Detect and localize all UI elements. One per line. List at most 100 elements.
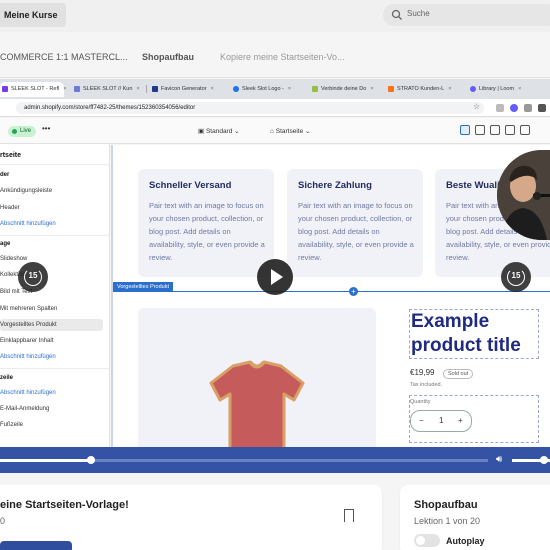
sidebar-title: rtseite [0,152,22,159]
page-select[interactable]: ⌂ Startseite ⌄ [270,127,310,135]
sidebar-item-slideshow[interactable]: Slideshow [0,256,27,262]
add-block-icon[interactable]: + [349,287,358,296]
feature-card: Sichere Zahlung Pair text with an image … [287,169,423,277]
breadcrumb: COMMERCE 1:1 MASTERCL... Shopaufbau Kopi… [0,32,550,78]
sidebar-item-multicolumn[interactable]: Mit mehreren Spalten [0,306,57,312]
product-price: €19,99 [410,368,435,377]
volume-handle[interactable] [540,456,548,464]
browser-tab[interactable]: SLEEK SLOT - Refl × [0,82,66,97]
video-progress-handle[interactable] [87,456,95,464]
add-section-link[interactable]: Abschnitt hinzufügen [0,354,56,360]
editor-sidebar: rtseite der Ankündigungsleiste Header Ab… [0,144,110,450]
sidebar-item-newsletter[interactable]: E-Mail-Anmeldung [0,406,49,412]
tab-favicon-icon [312,86,318,92]
sidebar-item-collapsible[interactable]: Einklappbarer Inhalt [0,338,53,344]
add-section-link[interactable]: Abschnitt hinzufügen [0,390,56,396]
module-progress: Lektion 1 von 20 [414,516,481,526]
loom-extension-icon[interactable] [510,104,518,112]
forward-15-button[interactable]: 15 [501,262,531,292]
browser-tab[interactable]: Favicon Generator × [150,82,228,97]
bookmark-star-icon[interactable]: ☆ [473,102,480,111]
extension-icon[interactable] [538,104,546,112]
tab-favicon-icon [233,86,239,92]
browser-tab[interactable]: SLEEK SLOT // Kun × [72,82,140,97]
quantity-label: Quantity [410,399,431,405]
close-icon[interactable]: × [370,86,373,92]
rewind-15-button[interactable]: 15 [18,262,48,292]
tshirt-icon [209,360,305,455]
feature-body: Pair text with an image to focus on your… [149,201,265,262]
product-image [138,308,376,455]
tab-favicon-icon [152,86,158,92]
sidebar-divider [0,235,110,236]
autoplay-label: Autoplay [446,536,485,546]
fullwidth-view-icon[interactable] [505,125,515,135]
lesson-subtitle: 0 [0,516,6,526]
editor-header: Live ••• ▣ Standard ⌄ ⌂ Startseite ⌄ [0,118,550,144]
feature-body: Pair text with an image to focus on your… [298,201,414,262]
close-icon[interactable]: × [288,86,291,92]
extension-icon[interactable] [524,104,532,112]
module-title: Shopaufbau [414,499,478,511]
search-icon [391,9,402,20]
template-select[interactable]: ▣ Standard ⌄ [198,127,240,135]
sidebar-group-header: der [0,172,10,178]
app-topbar: Meine Kurse Suche [0,0,550,32]
layout-view-icon[interactable] [520,125,530,135]
search-input[interactable]: Suche [383,4,550,26]
browser-tab[interactable]: Library | Loom × [468,82,538,97]
sidebar-group-footer: zeile [0,375,14,381]
close-icon[interactable]: × [211,86,214,92]
feature-card: Schneller Versand Pair text with an imag… [138,169,274,277]
tab-divider [146,85,147,93]
live-status-badge: Live [8,126,37,137]
sidebar-item-footer[interactable]: Fußzeile [0,422,23,428]
more-options-icon[interactable]: ••• [42,124,50,133]
close-icon[interactable]: × [448,86,451,92]
tax-note: Tax included. [410,382,443,388]
extension-icon[interactable] [496,104,504,112]
breadcrumb-course[interactable]: COMMERCE 1:1 MASTERCL... [0,52,128,62]
mobile-view-icon[interactable] [490,125,500,135]
autoplay-toggle[interactable] [414,534,440,547]
add-section-link[interactable]: Abschnitt hinzufügen [0,221,56,227]
lesson-title: eine Startseiten-Vorlage! [0,499,129,511]
tab-favicon-icon [74,86,80,92]
close-icon[interactable]: × [518,86,521,92]
browser-tab[interactable]: Sleek Slot Logo - × [231,82,307,97]
url-field[interactable]: admin.shopify.com/store/ff7482-25/themes… [16,102,484,114]
section-label[interactable]: Vorgestelltes Produkt [113,282,173,292]
search-placeholder: Suche [407,9,430,18]
quantity-stepper[interactable]: − 1 + [410,410,472,432]
inspector-icon[interactable] [460,125,470,135]
my-courses-button[interactable]: Meine Kurse [0,3,66,27]
sidebar-item-header[interactable]: Header [0,205,20,211]
browser-tab[interactable]: STRATO Kunden-L × [386,82,462,97]
feature-title: Sichere Zahlung [298,180,372,191]
section-outline [113,291,550,292]
close-icon[interactable]: × [136,86,139,92]
video-progress-fill [0,459,91,462]
sold-out-badge: Sold out [443,369,474,379]
desktop-view-icon[interactable] [475,125,485,135]
feature-title: Schneller Versand [149,180,232,191]
play-button[interactable] [257,259,293,295]
tab-favicon-icon [2,86,8,92]
sidebar-divider [0,164,110,165]
product-title[interactable]: Example product title [409,309,539,359]
breadcrumb-module[interactable]: Shopaufbau [142,52,194,62]
volume-icon[interactable]: 🔊︎ [496,454,502,465]
tab-favicon-icon [470,86,476,92]
bookmark-icon[interactable] [344,509,354,522]
minus-button[interactable]: − [419,416,424,425]
browser-addressbar: admin.shopify.com/store/ff7482-25/themes… [0,99,550,117]
sidebar-group-template: age [0,241,11,247]
complete-lesson-button[interactable] [0,541,72,550]
sidebar-item-announcement[interactable]: Ankündigungsleiste [0,188,52,194]
browser-tab[interactable]: Verbinde deine Do × [310,82,382,97]
close-icon[interactable]: × [63,86,66,92]
plus-button[interactable]: + [458,416,463,425]
sidebar-item-featured-product[interactable]: Vorgestelltes Produkt [0,319,103,331]
theme-preview: Schneller Versand Pair text with an imag… [111,145,550,455]
tab-favicon-icon [388,86,394,92]
